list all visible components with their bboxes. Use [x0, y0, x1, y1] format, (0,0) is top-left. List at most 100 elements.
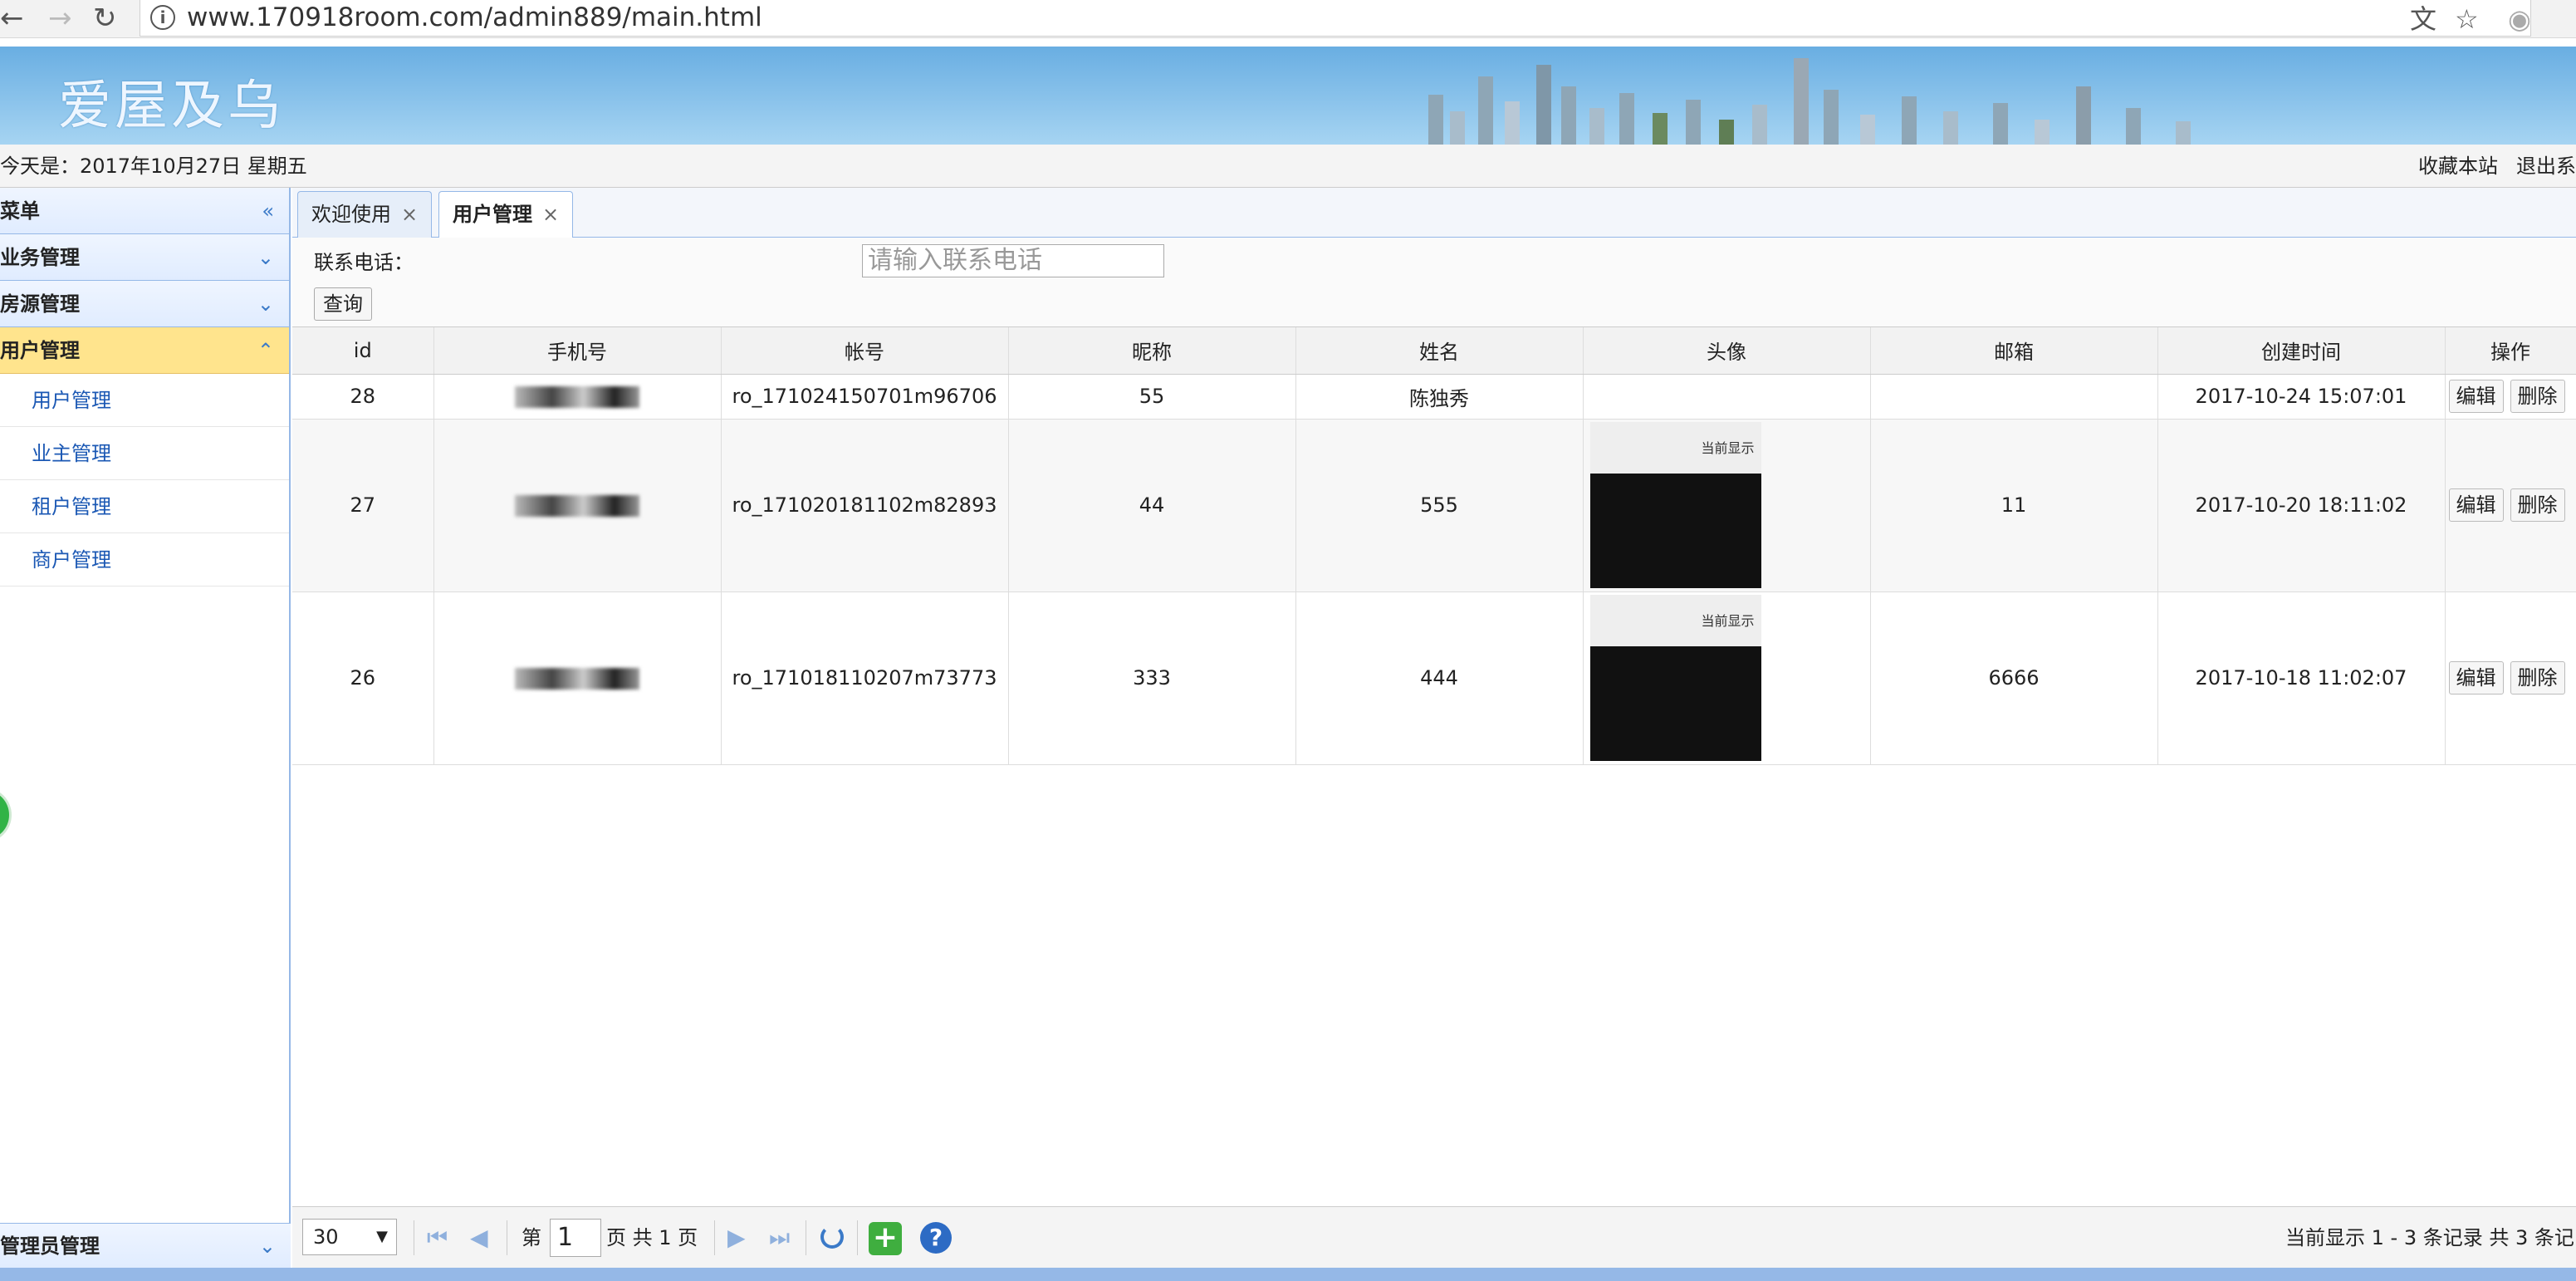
cell-email: 6666 [1870, 591, 2158, 765]
cell-phone-redacted [433, 374, 722, 420]
sidebar: 菜单 « 业务管理 ⌄ 房源管理 ⌄ 用户管理 ⌃ 用户管理 业主管理 租户管理… [0, 188, 291, 1268]
last-page-icon[interactable]: ⏭ [769, 1207, 790, 1269]
col-nickname[interactable]: 昵称 [1008, 327, 1296, 375]
cell-actions: 编辑 删除 [2445, 374, 2576, 420]
cell-account: ro_171024150701m96706 [721, 374, 1009, 420]
page-size-value: 30 [313, 1225, 339, 1249]
chevron-down-icon[interactable]: ⌄ [259, 1224, 276, 1269]
sidebar-group-listings[interactable]: 房源管理 ⌄ [0, 281, 289, 327]
cell-name: 444 [1295, 591, 1584, 765]
star-icon[interactable]: ☆ [2455, 3, 2479, 35]
query-button[interactable]: 查询 [314, 287, 372, 321]
cell-id: 28 [292, 374, 434, 420]
close-icon[interactable]: × [401, 203, 418, 226]
delete-button[interactable]: 删除 [2510, 380, 2565, 413]
search-panel: 联系电话： 请输入联系电话 查询 [292, 238, 2576, 327]
col-account[interactable]: 帐号 [721, 327, 1009, 375]
first-page-icon[interactable]: ⏮ [427, 1207, 448, 1269]
sidebar-item-owners[interactable]: 业主管理 [0, 427, 289, 480]
chevron-down-icon[interactable]: ⌄ [257, 234, 274, 281]
phone-search-input[interactable]: 请输入联系电话 [862, 244, 1164, 277]
reload-icon[interactable]: ↻ [93, 2, 117, 35]
profile-icon[interactable]: ◉ [2508, 3, 2531, 35]
sidebar-header: 菜单 « [0, 188, 289, 234]
current-date: 今天是：2017年10月27日 星期五 [0, 155, 307, 178]
avatar-thumbnail[interactable]: 当前显示 [1589, 422, 1761, 588]
record-info: 当前显示 1 - 3 条记录 共 3 条记 [2285, 1226, 2574, 1249]
cell-avatar [1583, 374, 1871, 420]
site-banner: 爱屋及乌 [0, 47, 2576, 145]
col-name[interactable]: 姓名 [1295, 327, 1584, 375]
forward-icon[interactable]: → [48, 2, 72, 35]
sidebar-group-label: 业务管理 [0, 246, 80, 269]
edit-button[interactable]: 编辑 [2448, 380, 2504, 413]
cell-email [1870, 374, 2158, 420]
sidebar-header-label: 菜单 [0, 199, 40, 223]
cell-id: 26 [292, 591, 434, 765]
table-header-row: id 手机号 帐号 昵称 姓名 头像 邮箱 创建时间 操作 [292, 327, 2576, 375]
col-actions: 操作 [2445, 327, 2576, 375]
close-icon[interactable]: × [542, 203, 559, 226]
tab-welcome[interactable]: 欢迎使用 × [297, 191, 433, 238]
page-size-select[interactable]: 30 ▼ [302, 1219, 397, 1255]
url-text[interactable]: www.170918room.com/admin889/main.html [187, 2, 762, 33]
add-icon[interactable]: + [869, 1222, 902, 1255]
cell-created: 2017-10-18 11:02:07 [2157, 591, 2446, 765]
phone-label: 联系电话： [314, 251, 414, 274]
sidebar-group-users[interactable]: 用户管理 ⌃ [0, 327, 289, 374]
sidebar-item-tenants[interactable]: 租户管理 [0, 480, 289, 533]
cell-phone-redacted [433, 591, 722, 765]
col-phone[interactable]: 手机号 [433, 327, 722, 375]
cell-created: 2017-10-20 18:11:02 [2157, 419, 2446, 592]
cell-actions: 编辑 删除 [2445, 591, 2576, 765]
sidebar-item-merchants[interactable]: 商户管理 [0, 533, 289, 587]
help-icon[interactable]: ? [920, 1222, 952, 1254]
page-number-input[interactable]: 1 [550, 1219, 601, 1257]
cell-name: 555 [1295, 419, 1584, 592]
collapse-sidebar-icon[interactable]: « [262, 188, 274, 234]
redacted-phone [515, 495, 639, 517]
sidebar-group-label: 管理员管理 [0, 1234, 100, 1258]
table-row[interactable]: 27 ro_171020181102m82893 44 555 当前显示 11 … [292, 419, 2576, 592]
cell-nickname: 333 [1008, 591, 1296, 765]
page-label: 第 [522, 1226, 541, 1249]
logout-link[interactable]: 退出系 [2516, 145, 2576, 188]
translate-icon[interactable]: 文 [2410, 3, 2436, 35]
col-email[interactable]: 邮箱 [1870, 327, 2158, 375]
avatar-thumbnail[interactable]: 当前显示 [1589, 595, 1761, 761]
delete-button[interactable]: 删除 [2510, 488, 2565, 522]
edit-button[interactable]: 编辑 [2448, 661, 2504, 694]
chevron-down-icon[interactable]: ⌄ [257, 281, 274, 327]
back-icon[interactable]: ← [0, 2, 24, 35]
table-row[interactable]: 26 ro_171018110207m73773 333 444 当前显示 66… [292, 591, 2576, 765]
next-page-icon[interactable]: ▶ [727, 1207, 746, 1269]
tab-label: 用户管理 [453, 203, 532, 226]
info-icon[interactable]: i [150, 5, 175, 30]
col-avatar[interactable]: 头像 [1583, 327, 1871, 375]
divider [857, 1220, 858, 1255]
chevron-up-icon[interactable]: ⌃ [257, 327, 274, 374]
pagination-bar: 30 ▼ ⏮ ◀ 第 1 页 共 1 页 ▶ ⏭ + ? 当前显示 1 - 3 条… [292, 1206, 2576, 1268]
sidebar-group-business[interactable]: 业务管理 ⌄ [0, 234, 289, 281]
cell-actions: 编辑 删除 [2445, 419, 2576, 592]
user-table: id 手机号 帐号 昵称 姓名 头像 邮箱 创建时间 操作 28 ro_1710… [292, 327, 2576, 765]
cell-avatar: 当前显示 [1583, 591, 1871, 765]
redacted-phone [515, 668, 639, 690]
table-row[interactable]: 28 ro_171024150701m96706 55 陈独秀 2017-10-… [292, 374, 2576, 420]
cell-phone-redacted [433, 419, 722, 592]
refresh-icon[interactable] [820, 1225, 844, 1249]
sidebar-item-users[interactable]: 用户管理 [0, 374, 289, 427]
prev-page-icon[interactable]: ◀ [470, 1207, 488, 1269]
col-id[interactable]: id [292, 327, 434, 375]
col-created[interactable]: 创建时间 [2157, 327, 2446, 375]
sidebar-group-admins[interactable]: 管理员管理 ⌄ [0, 1223, 291, 1268]
favorite-link[interactable]: 收藏本站 [2418, 145, 2498, 188]
sidebar-group-label: 房源管理 [0, 292, 80, 316]
address-bar[interactable]: i www.170918room.com/admin889/main.html [140, 0, 2531, 37]
bottom-border [0, 1268, 2576, 1281]
tab-user-management[interactable]: 用户管理 × [438, 191, 574, 238]
cell-avatar: 当前显示 [1583, 419, 1871, 592]
delete-button[interactable]: 删除 [2510, 661, 2565, 694]
edit-button[interactable]: 编辑 [2448, 488, 2504, 522]
floating-action-icon[interactable] [0, 788, 12, 842]
